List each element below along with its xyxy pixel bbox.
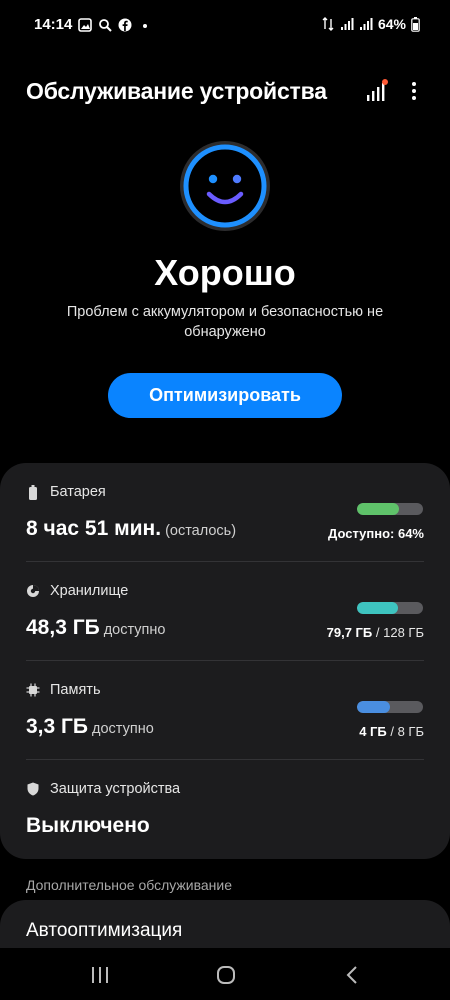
memory-bar <box>357 701 423 713</box>
status-left: 14:14 <box>34 16 152 33</box>
storage-suffix: доступно <box>103 622 166 638</box>
memory-usage: 4 ГБ / 8 ГБ <box>359 724 424 739</box>
back-button[interactable] <box>344 965 360 985</box>
memory-label: Память <box>50 682 101 698</box>
home-button[interactable] <box>216 965 236 985</box>
storage-pie-icon <box>26 584 40 598</box>
data-arrows-icon <box>321 17 335 31</box>
battery-bar <box>357 503 423 515</box>
status-description: Проблем с аккумулятором и безопасностью … <box>66 304 384 340</box>
back-icon <box>346 966 357 984</box>
status-battery-text: 64% <box>377 16 406 32</box>
storage-label: Хранилище <box>50 583 129 599</box>
storage-total: / 128 ГБ <box>372 625 424 640</box>
battery-bar-fill <box>357 503 400 515</box>
additional-section-header: Дополнительное обслуживание <box>26 877 233 893</box>
status-time: 14:14 <box>34 16 73 33</box>
memory-total: / 8 ГБ <box>386 724 424 739</box>
auto-optimization-label: Автооптимизация <box>26 920 183 941</box>
search-icon <box>98 18 113 32</box>
storage-row[interactable]: Хранилище 48,3 ГБ доступно 79,7 ГБ / 128… <box>0 562 450 660</box>
battery-value: 8 час 51 мин. <box>26 517 162 540</box>
recent-apps-button[interactable] <box>90 966 110 984</box>
optimize-button[interactable]: Оптимизировать <box>108 373 342 418</box>
signal-bars-icon <box>367 79 388 101</box>
storage-value: 48,3 ГБ <box>26 616 100 639</box>
battery-status-icon <box>411 16 420 32</box>
storage-bar <box>357 602 423 614</box>
recent-apps-icon <box>92 967 108 983</box>
battery-available: Доступно: 64% <box>328 526 424 541</box>
storage-usage: 79,7 ГБ / 128 ГБ <box>327 625 424 640</box>
notification-dot <box>382 79 388 85</box>
storage-used: 79,7 ГБ <box>326 625 373 640</box>
app-bar: Обслуживание устройства <box>0 70 450 114</box>
facebook-icon <box>118 18 132 32</box>
memory-bar-fill <box>357 701 390 713</box>
signal-icon <box>340 17 354 31</box>
navigation-bar <box>0 948 450 1000</box>
battery-suffix: (осталось) <box>165 523 237 539</box>
status-heading: Хорошо <box>154 252 296 293</box>
page-title: Обслуживание устройства <box>26 78 327 104</box>
signal-icon <box>359 17 373 31</box>
security-label: Защита устройства <box>50 781 181 797</box>
memory-suffix: доступно <box>92 721 154 737</box>
status-bar: 14:14 64% <box>0 0 450 50</box>
more-vert-icon <box>412 82 416 86</box>
memory-chip-icon <box>26 683 40 697</box>
gallery-icon <box>78 17 93 32</box>
memory-value: 3,3 ГБ <box>26 715 89 738</box>
diagnostics-button[interactable] <box>364 78 390 104</box>
battery-icon <box>26 484 40 500</box>
battery-row[interactable]: Батарея 8 час 51 мин. (осталось) Доступн… <box>0 463 450 561</box>
home-icon <box>217 966 235 984</box>
status-right: 64% <box>321 16 420 32</box>
battery-label: Батарея <box>50 484 106 500</box>
more-options-button[interactable] <box>404 78 424 104</box>
security-value: Выключено <box>26 814 150 837</box>
shield-icon <box>26 782 40 796</box>
smiley-face-icon <box>179 140 271 232</box>
device-care-screen: 14:14 64% Обслуживание устройства Хорошо… <box>0 0 450 1000</box>
dot-icon <box>138 18 152 32</box>
device-status-card: Батарея 8 час 51 мин. (осталось) Доступн… <box>0 463 450 859</box>
storage-bar-fill <box>357 602 398 614</box>
memory-row[interactable]: Память 3,3 ГБ доступно 4 ГБ / 8 ГБ <box>0 661 450 759</box>
memory-used: 4 ГБ <box>359 724 387 739</box>
security-row[interactable]: Защита устройства Выключено <box>0 760 450 858</box>
